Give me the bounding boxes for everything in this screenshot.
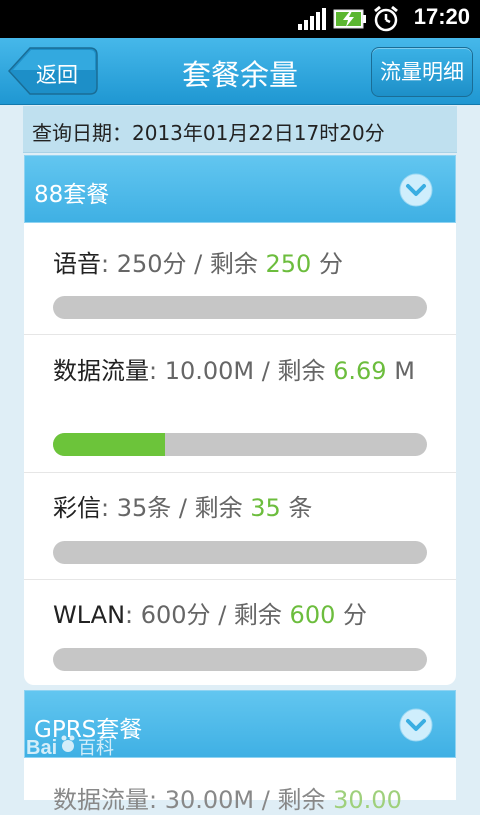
usage-text-partial: 数据流量: 30.00M / 剩余 30.00 [53, 780, 402, 815]
usage-colon: : [101, 494, 117, 522]
usage-total: 30.00M [164, 786, 255, 814]
query-date-text: 查询日期：2013年01月22日17时20分 [32, 121, 385, 145]
usage-name: 数据流量 [53, 786, 149, 814]
usage-item-mms: 彩信: 35条 / 剩余 35 条 [24, 472, 456, 580]
usage-name: 彩信 [53, 494, 101, 522]
usage-total: 250分 [116, 250, 187, 278]
usage-remain-prefix: / 剩余 [254, 357, 334, 385]
usage-remain-prefix: / 剩余 [186, 250, 266, 278]
clock-time: 17:20 [413, 4, 470, 29]
usage-name: 数据流量 [53, 357, 149, 385]
back-button[interactable]: 返回 [8, 47, 98, 95]
usage-name: 语音 [53, 250, 101, 278]
status-bar: 17:20 [0, 0, 480, 38]
usage-item-voice: 语音: 250分 / 剩余 250 分 [24, 223, 456, 335]
usage-remain-prefix: / 剩余 [171, 494, 251, 522]
svg-text:百科: 百科 [78, 738, 114, 759]
usage-progress-bar [53, 541, 427, 564]
package-header-88[interactable]: 88套餐 [24, 155, 456, 223]
usage-unit: 条 [280, 494, 313, 522]
query-date-bar: 查询日期：2013年01月22日17时20分 [23, 106, 457, 153]
usage-text: 语音: 250分 / 剩余 250 分 [53, 248, 433, 280]
usage-remain-prefix: / 剩余 [210, 601, 290, 629]
back-label: 返回 [36, 63, 78, 87]
usage-progress-bar [53, 296, 427, 319]
usage-total: 35条 [116, 494, 172, 522]
package-body-88: 语音: 250分 / 剩余 250 分 数据流量: 10.00M / 剩余 6.… [24, 223, 456, 685]
usage-text: WLAN: 600分 / 剩余 600 分 [53, 599, 433, 631]
usage-name: WLAN [53, 601, 126, 629]
usage-item-wlan: WLAN: 600分 / 剩余 600 分 [24, 579, 456, 685]
usage-remain-prefix: / 剩余 [254, 786, 334, 814]
usage-remain: 600 [289, 601, 336, 629]
usage-unit: 分 [335, 601, 367, 629]
usage-total: 10.00M [164, 357, 255, 385]
usage-unit: 分 [311, 250, 343, 278]
usage-unit: M [386, 357, 415, 385]
chevron-down-icon[interactable] [399, 708, 433, 746]
usage-remain: 35 [250, 494, 281, 522]
svg-text:Bai: Bai [26, 737, 57, 759]
baidu-baike-watermark: Bai 百科 [26, 728, 126, 764]
usage-remain: 6.69 [333, 357, 387, 385]
battery-charging-icon [333, 9, 367, 33]
chevron-down-icon[interactable] [399, 173, 433, 211]
usage-progress-bar [53, 648, 427, 671]
traffic-detail-button[interactable]: 流量明细 [371, 47, 473, 97]
usage-colon: : [149, 786, 165, 814]
usage-total: 600分 [140, 601, 211, 629]
usage-remain: 30.00 [333, 786, 402, 814]
usage-colon: : [125, 601, 141, 629]
signal-icon [298, 8, 326, 34]
usage-colon: : [149, 357, 165, 385]
usage-colon: : [101, 250, 117, 278]
usage-remain: 250 [265, 250, 312, 278]
usage-text: 数据流量: 10.00M / 剩余 6.69 M [53, 355, 433, 387]
usage-progress-bar [53, 433, 427, 456]
usage-item-data: 数据流量: 10.00M / 剩余 6.69 M [24, 334, 456, 473]
alarm-clock-icon [372, 5, 400, 37]
page-title: 套餐余量 [181, 58, 298, 92]
usage-progress-fill [53, 433, 166, 456]
title-bar: 返回 套餐余量 流量明细 [0, 38, 480, 105]
package-name: 88套餐 [34, 182, 110, 208]
usage-text: 彩信: 35条 / 剩余 35 条 [53, 492, 433, 524]
